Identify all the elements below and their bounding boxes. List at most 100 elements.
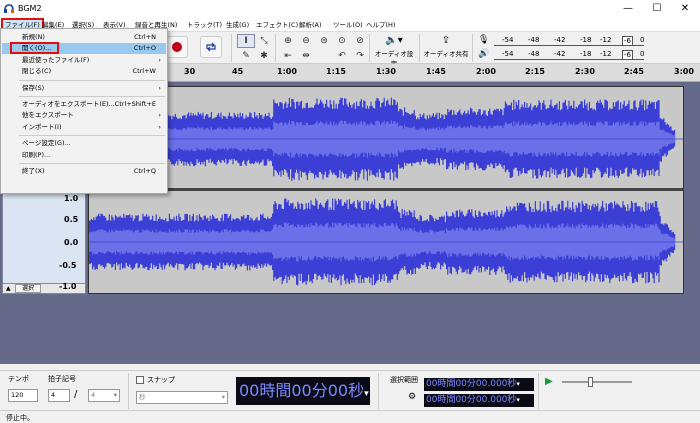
share-audio-button[interactable]: ⇪ オーディオ共有 bbox=[423, 34, 469, 62]
file-menu-dropdown: 新規(N) Ctrl+N 開く(O)... Ctrl+O 最近使ったファイル(F) › 閉じ… bbox=[0, 28, 168, 194]
trim-button[interactable]: ⇤ bbox=[279, 49, 297, 63]
play-icon: ▶ bbox=[545, 376, 553, 387]
fit-selection-button[interactable]: ⊜ bbox=[315, 34, 333, 48]
file-menu-item[interactable]: 他をエクスポート › bbox=[2, 110, 166, 121]
close-button[interactable]: ✕ bbox=[677, 2, 693, 16]
submenu-arrow-icon: › bbox=[158, 111, 161, 120]
time-display[interactable]: 00時間00分00秒▾ bbox=[236, 377, 370, 405]
file-menu-item[interactable]: インポート(I) › bbox=[2, 122, 166, 133]
record-icon bbox=[172, 42, 182, 52]
scale-label: -0.5 bbox=[59, 261, 77, 270]
zoom-toggle-button[interactable]: ⊘ bbox=[351, 34, 369, 48]
menu-item-shortcut: Ctrl+Q bbox=[133, 167, 156, 175]
ruler-tick: 1:15 bbox=[326, 67, 346, 76]
menu-item-label: 保存(S) bbox=[22, 83, 45, 92]
file-menu-item[interactable]: 閉じる(C) Ctrl+W bbox=[2, 66, 166, 77]
menu-item-label: インポート(I) bbox=[22, 122, 62, 131]
menu-help[interactable]: ヘルプ(H) bbox=[364, 19, 397, 31]
file-menu-item[interactable]: 開く(O)... Ctrl+O bbox=[2, 42, 166, 55]
menu-tracks[interactable]: トラック(T) bbox=[185, 19, 224, 31]
menu-generate[interactable]: 生成(G) bbox=[224, 19, 251, 31]
file-menu-item[interactable]: ページ設定(G)... bbox=[2, 138, 166, 149]
draw-tool[interactable]: ✎ bbox=[237, 49, 255, 63]
waveform-view[interactable] bbox=[88, 86, 684, 294]
snap-unit-select[interactable]: 秒 ▾ bbox=[136, 391, 228, 404]
playback-speed-slider[interactable] bbox=[562, 377, 632, 387]
file-menu-item[interactable]: 保存(S) › bbox=[2, 83, 166, 94]
status-bar: 停止中。 bbox=[0, 410, 700, 423]
collapse-icon[interactable]: ▲ bbox=[6, 285, 11, 292]
loop-icon bbox=[206, 42, 216, 52]
menu-item-shortcut: Ctrl+W bbox=[132, 67, 156, 76]
audio-setup-button[interactable]: 🔈▾ オーディオ設定 bbox=[372, 34, 416, 68]
menu-item-shortcut: Ctrl+Shift+E bbox=[114, 100, 156, 108]
playback-meter[interactable]: -54 -48 -42 -18 -12 -6 0 bbox=[494, 50, 644, 60]
menu-separator bbox=[19, 79, 165, 81]
file-menu-item[interactable]: 最近使ったファイル(F) › bbox=[2, 55, 166, 66]
file-menu-item[interactable]: 終了(X) Ctrl+Q bbox=[2, 166, 166, 177]
file-menu-item[interactable]: オーディオをエクスポート(E)... Ctrl+Shift+E bbox=[2, 99, 166, 110]
zoom-selection-icon: ⊜ bbox=[320, 36, 328, 46]
ruler-tick: 1:45 bbox=[426, 67, 446, 76]
time-signature-denominator[interactable]: 4 ▾ bbox=[88, 389, 120, 402]
file-menu-item[interactable]: 印刷(P)... bbox=[2, 150, 166, 161]
ruler-tick: 2:45 bbox=[624, 67, 644, 76]
record-button[interactable] bbox=[166, 36, 188, 58]
menu-item-label: 最近使ったファイル(F) bbox=[22, 55, 90, 64]
selection-label: 選択範囲 bbox=[390, 376, 418, 384]
tempo-input[interactable]: 120 bbox=[8, 389, 38, 402]
time-signature-numerator[interactable]: 4 bbox=[48, 389, 70, 402]
trim-icon: ⇤ bbox=[284, 51, 292, 61]
share-icon: ⇪ bbox=[441, 35, 451, 46]
record-meter[interactable]: -54 -48 -42 -18 -12 -6 0 bbox=[494, 36, 644, 46]
status-text: 停止中。 bbox=[6, 414, 34, 422]
toolbar-separator bbox=[231, 34, 232, 62]
meter-tick: 0 bbox=[640, 36, 645, 44]
minimize-button[interactable]: — bbox=[620, 2, 636, 16]
meter-tick: -54 bbox=[502, 50, 514, 58]
menu-item-label: 開く(O)... bbox=[10, 42, 60, 55]
slider-thumb[interactable] bbox=[588, 377, 593, 387]
zoom-out-button[interactable]: ⊖ bbox=[297, 34, 315, 48]
menu-tools[interactable]: ツール(O) bbox=[331, 19, 365, 31]
ruler-tick: 2:30 bbox=[575, 67, 595, 76]
share-audio-label: オーディオ共有 bbox=[423, 50, 469, 58]
selection-start[interactable]: 00時間00分00.000秒▾ bbox=[424, 378, 534, 391]
loop-button[interactable] bbox=[200, 36, 222, 58]
file-menu-item[interactable]: 新規(N) Ctrl+N bbox=[2, 32, 166, 43]
meter-tick: -42 bbox=[554, 50, 566, 58]
multi-tool[interactable]: ✱ bbox=[255, 49, 273, 63]
play-at-speed-button[interactable]: ▶ bbox=[545, 376, 559, 388]
envelope-icon: ⤡ bbox=[260, 36, 268, 46]
menu-separator bbox=[19, 163, 165, 164]
zoom-in-button[interactable]: ⊕ bbox=[279, 34, 297, 48]
tempo-label: テンポ bbox=[8, 375, 29, 383]
separator bbox=[538, 373, 539, 409]
scale-label: -1.0 bbox=[59, 282, 77, 291]
selection-tool[interactable]: I bbox=[237, 34, 255, 48]
redo-button[interactable]: ↷ bbox=[351, 49, 369, 63]
track-select-button[interactable]: 選択 bbox=[15, 284, 41, 293]
envelope-tool[interactable]: ⤡ bbox=[255, 34, 273, 48]
gear-icon[interactable]: ⚙ bbox=[408, 392, 416, 402]
undo-button[interactable]: ↶ bbox=[333, 49, 351, 63]
menu-item-shortcut: Ctrl+O bbox=[133, 44, 156, 53]
microphone-icon: 🎙 bbox=[478, 35, 490, 45]
menu-effect[interactable]: エフェクト(C) bbox=[254, 19, 300, 31]
window-title: BGM2 bbox=[18, 4, 42, 13]
maximize-button[interactable]: ☐ bbox=[649, 2, 665, 16]
menu-item-label: 他をエクスポート bbox=[22, 111, 74, 120]
menu-separator bbox=[19, 96, 165, 97]
selection-end[interactable]: 00時間00分00.000秒▾ bbox=[424, 394, 534, 407]
silence-icon: ⇹ bbox=[302, 51, 310, 61]
menu-item-label: 新規(N) bbox=[22, 33, 45, 41]
fit-project-button[interactable]: ⊙ bbox=[333, 34, 351, 48]
snap-checkbox[interactable] bbox=[136, 376, 144, 384]
meter-tick: -48 bbox=[528, 36, 540, 44]
chevron-down-icon: ▾ bbox=[364, 389, 369, 399]
silence-button[interactable]: ⇹ bbox=[297, 49, 315, 63]
menu-item-label: 印刷(P)... bbox=[22, 150, 51, 159]
ruler-tick: 1:30 bbox=[376, 67, 396, 76]
menu-analyze[interactable]: 解析(A) bbox=[297, 19, 324, 31]
zoom-fit-icon: ⊙ bbox=[338, 36, 346, 46]
